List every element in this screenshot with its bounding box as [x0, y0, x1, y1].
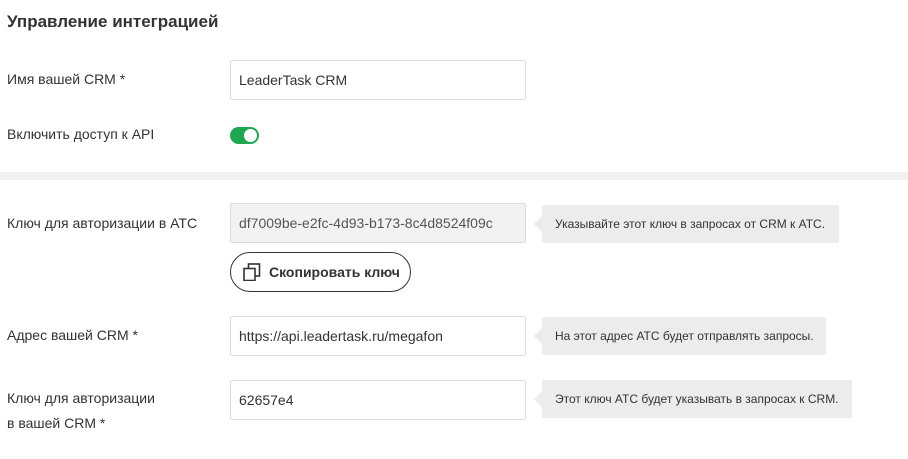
crm-key-label-line2: в вашей CRM * [7, 415, 106, 431]
ats-key-hint: Указывайте этот ключ в запросах от CRM к… [534, 205, 839, 243]
crm-name-label: Имя вашей CRM * [7, 71, 126, 87]
crm-name-input[interactable]: LeaderTask CRM [230, 60, 526, 100]
ats-key-label: Ключ для авторизации в АТС [7, 215, 198, 231]
page-title: Управление интеграцией [7, 12, 219, 31]
copy-key-button-label: Скопировать ключ [269, 264, 400, 280]
crm-address-hint: На этот адрес АТС будет отправлять запро… [534, 317, 826, 355]
copy-icon [243, 263, 261, 281]
api-access-label: Включить доступ к API [7, 126, 155, 142]
api-access-toggle[interactable] [230, 127, 259, 144]
section-separator [0, 172, 908, 180]
crm-key-label-line1: Ключ для авторизации [7, 390, 155, 406]
toggle-knob [244, 129, 257, 142]
ats-key-field[interactable]: df7009be-e2fc-4d93-b173-8c4d8524f09c [230, 203, 526, 243]
crm-key-hint: Этот ключ АТС будет указывать в запросах… [534, 380, 852, 418]
copy-key-button[interactable]: Скопировать ключ [230, 252, 411, 292]
crm-address-label: Адрес вашей CRM * [7, 327, 138, 343]
crm-address-input[interactable]: https://api.leadertask.ru/megafon [230, 316, 526, 356]
crm-key-input[interactable]: 62657e4 [230, 380, 526, 420]
